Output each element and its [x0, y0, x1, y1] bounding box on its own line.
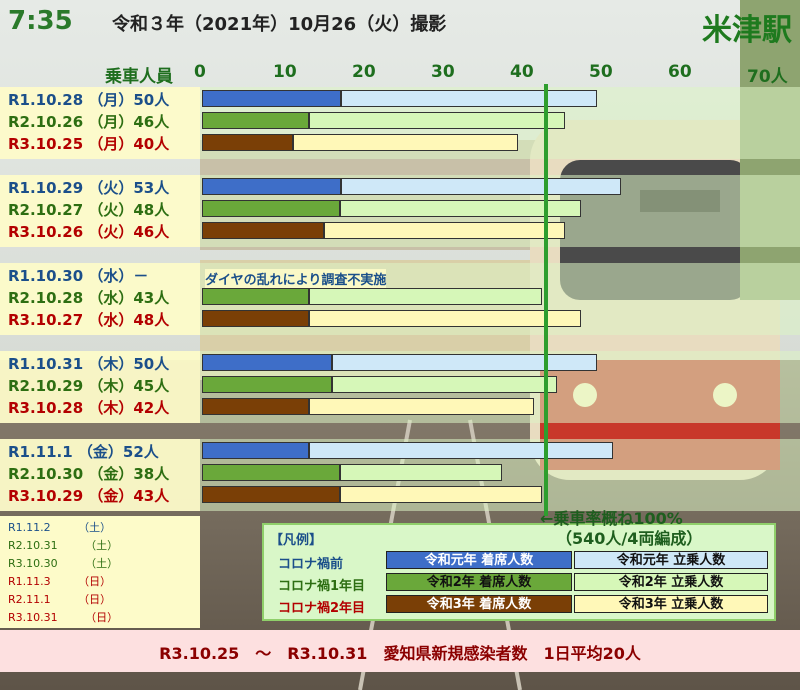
bar-standing	[341, 90, 597, 107]
bar-standing	[308, 112, 566, 129]
station-name: 米津駅	[702, 13, 792, 48]
row-label: R2.10.28 （水）43人	[8, 289, 170, 307]
bar-seated	[202, 398, 309, 415]
legend-seated: 令和2年 着席人数	[386, 573, 572, 591]
weekend-row-label: R3.10.31 （日）	[8, 611, 119, 624]
bar-standing	[340, 486, 542, 503]
x-tick-label: 20	[352, 62, 376, 82]
legend-title: 【凡例】	[270, 533, 323, 548]
legend-seated: 令和元年 着席人数	[386, 551, 572, 569]
bar-seated	[202, 310, 309, 327]
date-label: 令和３年（2021年）10月26（火）撮影	[112, 14, 447, 35]
bar-standing	[341, 178, 621, 195]
axis-title: 乗車人員	[105, 67, 173, 87]
bar-standing	[324, 222, 566, 239]
row-label: R3.10.25 （月）40人	[8, 135, 170, 153]
bar-standing	[308, 310, 582, 327]
time-label: 7:35	[8, 6, 73, 36]
bar-seated	[202, 90, 342, 107]
bar-standing	[308, 398, 534, 415]
row-label: R2.10.29 （木）45人	[8, 377, 170, 395]
x-tick-label: 0	[194, 62, 206, 82]
row-label: R1.11.1 （金）52人	[8, 443, 159, 461]
row-label: R3.10.27 （水）48人	[8, 311, 170, 329]
row-label: R1.10.29 （火）53人	[8, 179, 170, 197]
legend-name: コロナ禍2年目	[278, 601, 366, 616]
legend-name: コロナ禍前	[278, 557, 344, 572]
bar-seated	[202, 178, 342, 195]
legend-name: コロナ禍1年目	[278, 579, 366, 594]
row-label: R1.10.28 （月）50人	[8, 91, 170, 109]
row-label: R2.10.27 （火）48人	[8, 201, 170, 219]
row-label: R2.10.26 （月）46人	[8, 113, 170, 131]
weekend-row-label: R3.10.30 （土）	[8, 557, 119, 570]
capacity-line	[543, 84, 548, 516]
legend-standing: 令和2年 立乗人数	[574, 573, 768, 591]
capacity-sublabel: （540人/4両編成）	[556, 529, 703, 548]
x-tick-label: 70人	[747, 67, 788, 87]
x-tick-label: 60	[668, 62, 692, 82]
row-label: R3.10.29 （金）43人	[8, 487, 170, 505]
weekend-row-label: R2.11.1 （日）	[8, 593, 112, 606]
bar-seated	[202, 486, 341, 503]
bar-seated	[202, 354, 333, 371]
weekend-row-label: R1.11.2 （土）	[8, 521, 112, 534]
row-label: R3.10.28 （木）42人	[8, 399, 170, 417]
x-tick-label: 50	[589, 62, 613, 82]
bar-seated	[202, 442, 309, 459]
bar-seated	[202, 134, 293, 151]
bar-seated	[202, 288, 309, 305]
row-label: R1.10.30 （水）－	[8, 267, 149, 285]
bar-standing	[332, 376, 558, 393]
weekend-row-label: R1.11.3 （日）	[8, 575, 112, 588]
bar-seated	[202, 200, 341, 217]
legend-standing: 令和元年 立乗人数	[574, 551, 768, 569]
row-label: R2.10.30 （金）38人	[8, 465, 170, 483]
legend-standing: 令和3年 立乗人数	[574, 595, 768, 613]
bar-standing	[308, 288, 542, 305]
footer-text: R3.10.25 ～ R3.10.31 愛知県新規感染者数 1日平均20人	[159, 644, 641, 663]
bar-standing	[292, 134, 518, 151]
x-tick-label: 40	[510, 62, 534, 82]
bar-standing	[308, 442, 613, 459]
x-tick-label: 30	[431, 62, 455, 82]
bar-seated	[202, 464, 341, 481]
bar-standing	[332, 354, 597, 371]
bar-seated	[202, 222, 325, 239]
x-tick-label: 10	[273, 62, 297, 82]
row-label: R1.10.31 （木）50人	[8, 355, 170, 373]
footer-banner: R3.10.25 ～ R3.10.31 愛知県新規感染者数 1日平均20人	[0, 630, 800, 672]
survey-note: ダイヤの乱れにより調査不実施	[205, 269, 387, 288]
bar-seated	[202, 112, 309, 129]
bar-seated	[202, 376, 333, 393]
legend-seated: 令和3年 着席人数	[386, 595, 572, 613]
row-label: R3.10.26 （火）46人	[8, 223, 170, 241]
bar-standing	[340, 464, 503, 481]
weekend-row-label: R2.10.31 （土）	[8, 539, 119, 552]
